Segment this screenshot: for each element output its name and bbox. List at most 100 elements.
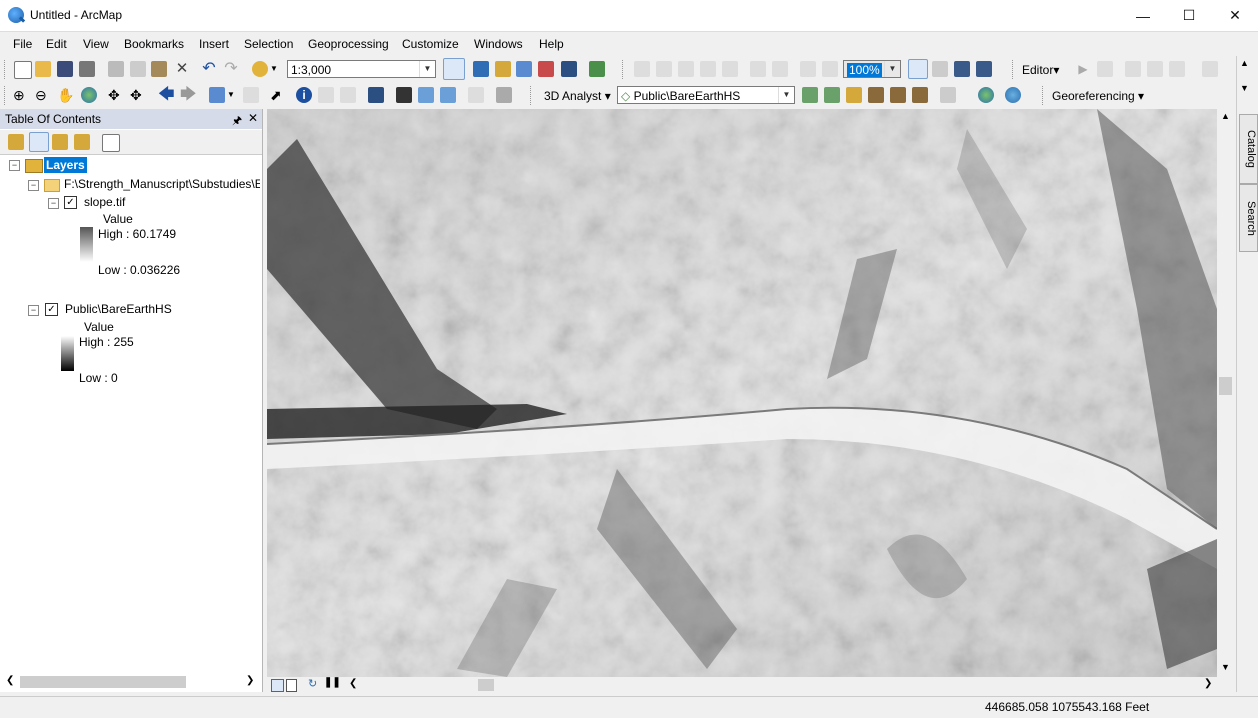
go-to-xy-icon[interactable] xyxy=(440,87,456,103)
hyperlink-icon[interactable] xyxy=(318,87,334,103)
menu-bookmarks[interactable]: Bookmarks xyxy=(124,37,184,51)
edit-tool-icon[interactable]: ▶ xyxy=(1075,61,1091,77)
menu-edit[interactable]: Edit xyxy=(46,37,67,51)
layout-zoom-out-icon[interactable] xyxy=(656,61,672,77)
scroll-up-icon[interactable]: ▲ xyxy=(1240,58,1249,68)
map-vertical-scrollbar[interactable]: ▲ ▼ xyxy=(1217,109,1234,677)
scroll-down-icon[interactable]: ▼ xyxy=(1240,83,1249,93)
table-of-contents-window-icon[interactable] xyxy=(473,61,489,77)
focus-data-frame-icon[interactable] xyxy=(932,61,948,77)
arctoolbox-icon[interactable] xyxy=(538,61,554,77)
paste-icon[interactable] xyxy=(151,61,167,77)
toolbar-grip[interactable] xyxy=(4,60,8,79)
profile-graph-icon[interactable] xyxy=(940,87,956,103)
list-by-visibility-icon[interactable] xyxy=(52,134,68,150)
pan-hand-icon[interactable]: ✋ xyxy=(57,87,74,103)
menu-file[interactable]: File xyxy=(13,37,32,51)
back-extent-icon[interactable]: 🡄 xyxy=(158,87,175,103)
line-of-sight-icon[interactable] xyxy=(846,87,862,103)
zoom-in-icon[interactable]: ⊕ xyxy=(13,87,29,103)
map-scale-dropdown[interactable]: 1:3,000 ▼ xyxy=(287,60,436,78)
map-vscroll-thumb[interactable] xyxy=(1219,377,1232,395)
menu-geoprocessing[interactable]: Geoprocessing xyxy=(308,37,389,51)
open-folder-icon[interactable] xyxy=(35,61,51,77)
pause-drawing-icon[interactable]: ❚❚ xyxy=(324,677,341,688)
steepest-path-icon[interactable] xyxy=(824,87,840,103)
menu-insert[interactable]: Insert xyxy=(199,37,229,51)
menu-selection[interactable]: Selection xyxy=(244,37,293,51)
measure-icon[interactable] xyxy=(368,87,384,103)
folder-path-label[interactable]: F:\Strength_Manuscript\Substudies\E xyxy=(64,177,260,191)
search-tab[interactable]: Search xyxy=(1239,184,1258,252)
copy-icon[interactable] xyxy=(130,61,146,77)
print-icon[interactable] xyxy=(79,61,95,77)
menu-windows[interactable]: Windows xyxy=(474,37,523,51)
zoom-whole-page-icon[interactable] xyxy=(700,61,716,77)
layer-dropdown[interactable]: ◇ Public\BareEarthHS ▼ xyxy=(617,86,795,104)
bareearth-visibility-checkbox[interactable]: ✓ xyxy=(45,303,58,316)
fixed-zoom-in-icon[interactable] xyxy=(750,61,766,77)
toolbar-grip[interactable] xyxy=(4,86,8,105)
delete-icon[interactable]: ✕ xyxy=(174,61,190,77)
fixed-zoom-out-icon[interactable]: ✥ xyxy=(130,87,146,103)
create-viewer-window-icon[interactable] xyxy=(496,87,512,103)
edit-annotation-icon[interactable] xyxy=(1097,61,1113,77)
scroll-down-icon[interactable]: ▼ xyxy=(1221,662,1230,672)
chevron-down-icon[interactable]: ▼ xyxy=(227,87,235,103)
refresh-icon[interactable]: ↻ xyxy=(308,677,317,690)
zoom-100-icon[interactable] xyxy=(722,61,738,77)
layout-zoom-in-icon[interactable] xyxy=(634,61,650,77)
close-icon[interactable]: ✕ xyxy=(248,111,258,125)
close-button[interactable]: ✕ xyxy=(1212,0,1258,31)
layout-pan-icon[interactable] xyxy=(678,61,694,77)
identify-info-icon[interactable]: i xyxy=(296,87,312,103)
fixed-zoom-in-icon[interactable]: ✥ xyxy=(108,87,124,103)
layout-zoom-dropdown[interactable]: 100% ▼ xyxy=(843,60,901,78)
menu-view[interactable]: View xyxy=(83,37,109,51)
toolbar-grip[interactable] xyxy=(1012,60,1016,79)
map-display[interactable] xyxy=(267,109,1217,677)
pin-icon[interactable]: 🖈 xyxy=(232,112,242,131)
collapse-slope-layer-icon[interactable]: − xyxy=(48,198,59,209)
chevron-down-icon[interactable]: ▼ xyxy=(270,61,278,77)
trace-icon[interactable] xyxy=(1147,61,1163,77)
collapse-layers-icon[interactable]: − xyxy=(9,160,20,171)
scroll-left-icon[interactable]: ❮ xyxy=(6,675,14,686)
time-slider-icon[interactable] xyxy=(468,87,484,103)
scroll-left-icon[interactable]: ❮ xyxy=(349,678,357,689)
menu-customize[interactable]: Customize xyxy=(402,37,459,51)
slope-layer-name[interactable]: slope.tif xyxy=(84,195,125,209)
slope-visibility-checkbox[interactable]: ✓ xyxy=(64,196,77,209)
toc-horizontal-scrollbar[interactable]: ❮ ❯ xyxy=(4,674,258,690)
html-popup-icon[interactable] xyxy=(340,87,356,103)
menu-help[interactable]: Help xyxy=(539,37,564,51)
bareearth-layer-name[interactable]: Public\BareEarthHS xyxy=(65,302,172,316)
zoom-out-icon[interactable]: ⊖ xyxy=(35,87,51,103)
python-window-icon[interactable] xyxy=(561,61,577,77)
interpolate-polygon-icon[interactable] xyxy=(912,87,928,103)
interpolate-point-icon[interactable] xyxy=(868,87,884,103)
minimize-button[interactable]: — xyxy=(1120,0,1166,31)
select-elements-arrow-icon[interactable]: ⬈ xyxy=(270,87,286,103)
editor-menu[interactable]: Editor▾ xyxy=(1022,63,1059,77)
cut-icon[interactable] xyxy=(108,61,124,77)
scroll-right-icon[interactable]: ❯ xyxy=(1204,678,1212,689)
list-by-source-icon[interactable] xyxy=(29,132,49,152)
arcglobe-icon[interactable] xyxy=(1005,87,1021,103)
3d-analyst-menu[interactable]: 3D Analyst ▾ xyxy=(544,89,611,103)
arcscene-globe-icon[interactable] xyxy=(978,87,994,103)
undo-icon[interactable]: ↶ xyxy=(201,61,217,77)
add-data-icon[interactable] xyxy=(252,61,268,77)
fixed-zoom-out-icon[interactable] xyxy=(772,61,788,77)
collapse-folder-icon[interactable]: − xyxy=(28,180,39,191)
toolbar-grip[interactable] xyxy=(622,60,626,79)
change-layout-icon[interactable] xyxy=(954,61,970,77)
modelbuilder-icon[interactable] xyxy=(589,61,605,77)
straight-segment-icon[interactable] xyxy=(1125,61,1141,77)
find-binoculars-icon[interactable] xyxy=(396,87,412,103)
select-features-icon[interactable] xyxy=(209,87,225,103)
toolbar-grip[interactable] xyxy=(1042,86,1046,105)
edit-vertices-icon[interactable] xyxy=(1202,61,1218,77)
construction-tools-icon[interactable] xyxy=(1169,61,1185,77)
list-by-drawing-order-icon[interactable] xyxy=(8,134,24,150)
